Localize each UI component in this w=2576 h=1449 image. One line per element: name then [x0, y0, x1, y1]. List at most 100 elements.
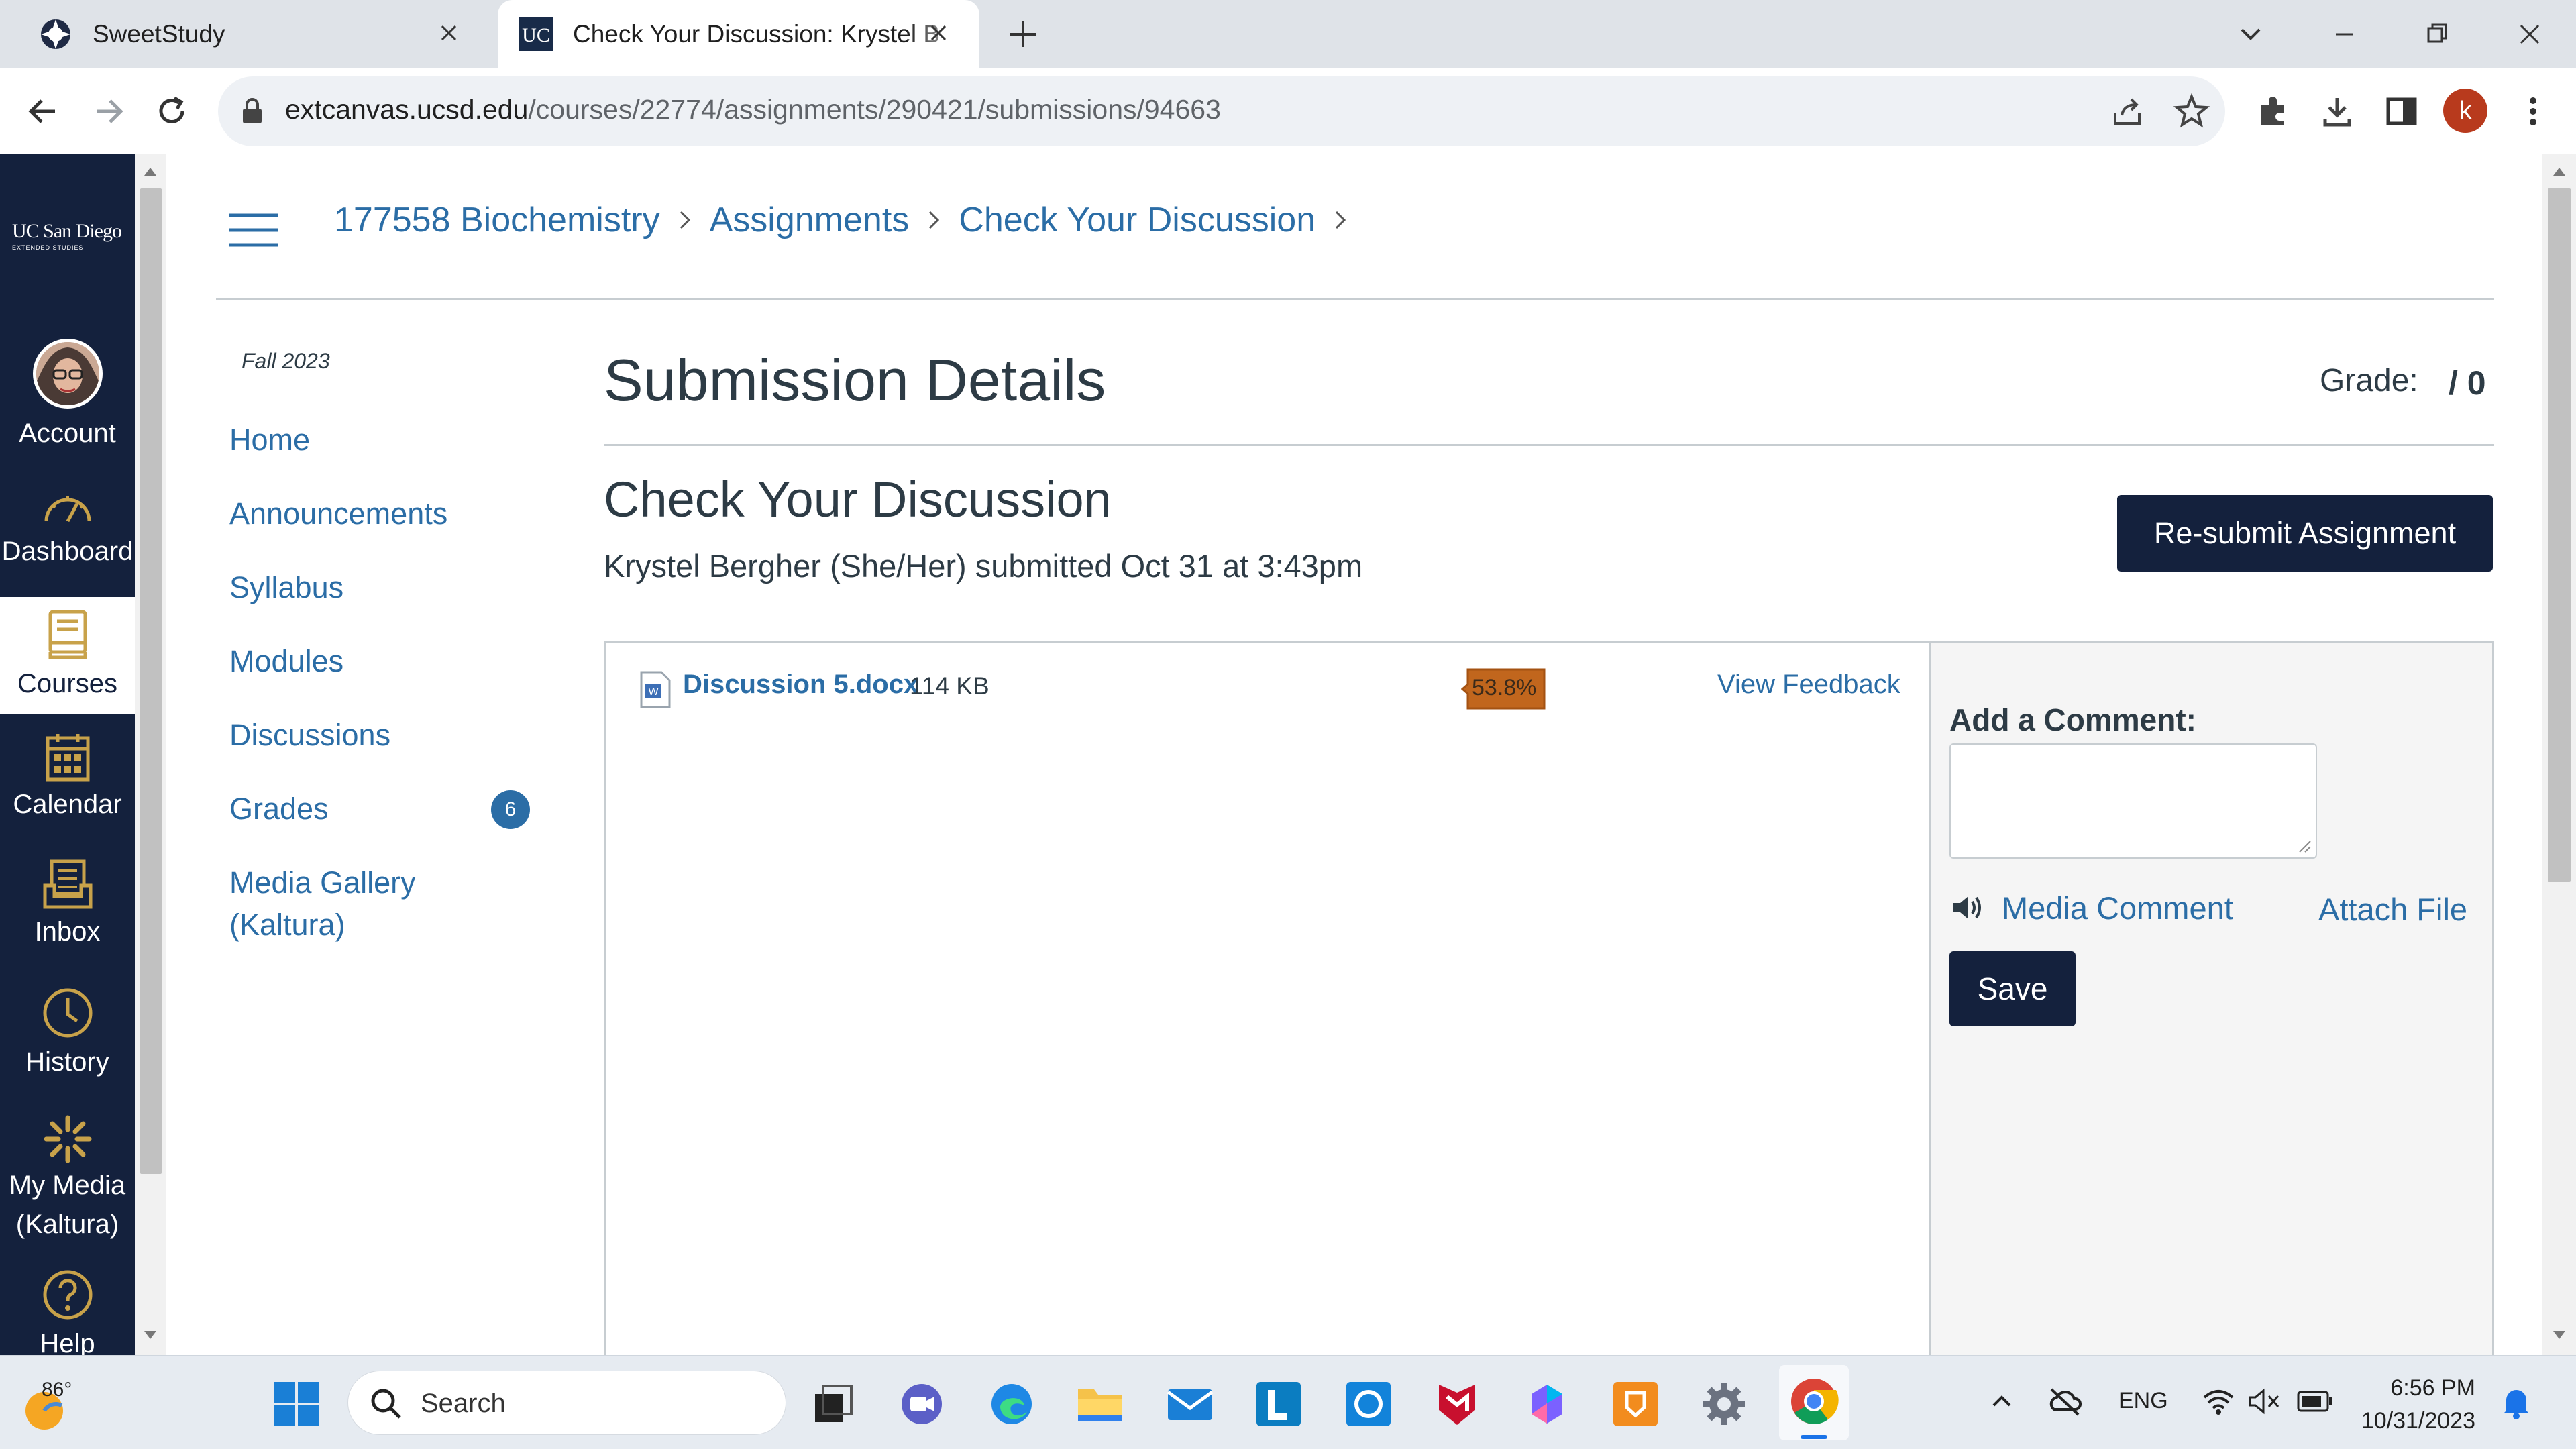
- course-nav-grades[interactable]: Grades: [229, 788, 329, 830]
- breadcrumb-assignment[interactable]: Check Your Discussion: [959, 200, 1316, 240]
- close-tab-icon[interactable]: [922, 16, 955, 50]
- assignment-title: Check Your Discussion: [604, 472, 1112, 527]
- attach-file-link[interactable]: Attach File: [2318, 891, 2467, 928]
- course-nav-announcements[interactable]: Announcements: [229, 492, 447, 535]
- battery-icon[interactable]: [2297, 1389, 2334, 1413]
- breadcrumb-assignments[interactable]: Assignments: [710, 200, 910, 240]
- notification-bell-icon[interactable]: [2501, 1385, 2532, 1420]
- dashboard-icon: [41, 486, 95, 527]
- browser-toolbar: extcanvas.ucsd.edu/courses/22774/assignm…: [0, 68, 2576, 154]
- taskbar-search-box[interactable]: Search: [347, 1371, 786, 1435]
- forward-arrow-icon[interactable]: [90, 93, 127, 130]
- address-bar[interactable]: extcanvas.ucsd.edu/courses/22774/assignm…: [218, 76, 2225, 146]
- similarity-score: 53.8%: [1472, 675, 1537, 700]
- lock-icon[interactable]: [241, 97, 264, 126]
- course-menu-hamburger-icon[interactable]: [228, 213, 279, 247]
- page-scroll-thumb[interactable]: [2548, 188, 2571, 882]
- restore-window-icon[interactable]: [2420, 17, 2454, 51]
- windows-start-icon[interactable]: [268, 1376, 325, 1432]
- submitted-line: Krystel Bergher (She/Her) submitted Oct …: [604, 548, 1363, 584]
- browser-tab-active[interactable]: UC Check Your Discussion: Krystel B: [498, 0, 979, 68]
- page-scrollbar[interactable]: [2542, 154, 2576, 1355]
- similarity-badge[interactable]: 53.8%: [1461, 667, 1547, 711]
- tab-search-chevron-icon[interactable]: [2234, 17, 2267, 51]
- edge-browser-icon[interactable]: [983, 1376, 1040, 1432]
- language-indicator[interactable]: ENG: [2118, 1388, 2168, 1414]
- weather-widget[interactable]: 86°: [19, 1379, 99, 1432]
- scroll-down-arrow-icon[interactable]: [143, 1330, 158, 1340]
- scroll-up-arrow-icon[interactable]: [143, 166, 158, 177]
- global-nav-my-media[interactable]: My Media (Kaltura): [0, 1112, 135, 1253]
- scroll-up-arrow-icon[interactable]: [2552, 166, 2567, 177]
- file-explorer-icon[interactable]: [1072, 1376, 1128, 1432]
- comment-textarea[interactable]: [1949, 743, 2317, 859]
- bookmark-star-icon[interactable]: [2173, 93, 2210, 130]
- nav-scroll-thumb[interactable]: [140, 188, 162, 1174]
- teams-chat-icon[interactable]: [894, 1376, 950, 1432]
- task-view-icon[interactable]: [805, 1376, 861, 1432]
- browser-tab-strip: SweetStudy UC Check Your Discussion: Kry…: [0, 0, 2576, 68]
- header-divider: [216, 298, 2494, 300]
- calendar-icon: [44, 731, 91, 782]
- course-nav-syllabus[interactable]: Syllabus: [229, 566, 343, 608]
- profile-avatar[interactable]: k: [2443, 89, 2487, 133]
- search-placeholder: Search: [421, 1389, 506, 1418]
- browser-menu-icon[interactable]: [2520, 93, 2546, 130]
- global-nav-label: Account: [19, 419, 116, 448]
- back-arrow-icon[interactable]: [24, 93, 62, 130]
- course-nav-modules[interactable]: Modules: [229, 640, 343, 682]
- global-nav-help[interactable]: Help: [0, 1268, 135, 1355]
- mcafee-icon[interactable]: [1429, 1376, 1485, 1432]
- url-text[interactable]: extcanvas.ucsd.edu/courses/22774/assignm…: [285, 94, 1221, 125]
- search-icon: [371, 1389, 401, 1419]
- course-nav-discussions[interactable]: Discussions: [229, 714, 390, 756]
- share-icon[interactable]: [2108, 93, 2146, 130]
- resubmit-assignment-button[interactable]: Re-submit Assignment: [2117, 495, 2493, 572]
- global-nav-calendar[interactable]: Calendar: [0, 731, 135, 845]
- reload-icon[interactable]: [153, 93, 191, 130]
- close-window-icon[interactable]: [2513, 17, 2546, 51]
- breadcrumb-course[interactable]: 177558 Biochemistry: [334, 200, 660, 240]
- course-nav-media-gallery[interactable]: Media Gallery (Kaltura): [229, 861, 416, 946]
- mail-icon[interactable]: [1162, 1376, 1218, 1432]
- scroll-down-arrow-icon[interactable]: [2552, 1330, 2567, 1340]
- url-host: extcanvas.ucsd.edu: [285, 94, 529, 125]
- settings-gear-icon[interactable]: [1696, 1376, 1752, 1432]
- global-nav-courses[interactable]: Courses: [0, 597, 135, 714]
- clock[interactable]: 6:56 PM 10/31/2023: [2355, 1372, 2475, 1438]
- view-feedback-link[interactable]: View Feedback: [1717, 669, 1900, 700]
- global-nav-label: Inbox: [34, 917, 101, 947]
- volume-muted-icon[interactable]: [2247, 1387, 2281, 1416]
- extensions-puzzle-icon[interactable]: [2254, 93, 2292, 130]
- lockdown-browser-icon[interactable]: [1250, 1376, 1307, 1432]
- minimize-window-icon[interactable]: [2328, 17, 2361, 51]
- svg-text:UC: UC: [522, 24, 550, 46]
- browser-tab-sweetstudy[interactable]: SweetStudy: [0, 0, 490, 68]
- grade-value: / 0: [2449, 364, 2486, 402]
- close-tab-icon[interactable]: [432, 16, 466, 50]
- save-comment-button[interactable]: Save: [1949, 951, 2076, 1026]
- global-nav-dashboard[interactable]: Dashboard: [0, 486, 135, 594]
- global-nav-inbox[interactable]: Inbox: [0, 859, 135, 973]
- new-tab-icon[interactable]: [1005, 16, 1041, 52]
- onedrive-offline-icon[interactable]: [2047, 1385, 2082, 1417]
- course-nav-home[interactable]: Home: [229, 419, 310, 461]
- nav-scrollbar[interactable]: [135, 154, 166, 1355]
- security-shield-icon[interactable]: [1607, 1376, 1664, 1432]
- global-nav-history[interactable]: History: [0, 986, 135, 1100]
- media-comment-link[interactable]: Media Comment: [2002, 890, 2233, 926]
- tray-overflow-chevron-icon[interactable]: [1988, 1388, 2015, 1415]
- side-panel-icon[interactable]: [2383, 93, 2420, 130]
- file-link[interactable]: Discussion 5.docx: [683, 669, 918, 700]
- global-nav-label: Calendar: [13, 790, 122, 819]
- tab-title: SweetStudy: [93, 20, 225, 48]
- download-icon[interactable]: [2318, 93, 2356, 130]
- copilot-icon[interactable]: [1519, 1376, 1575, 1432]
- cortana-icon[interactable]: [1340, 1376, 1397, 1432]
- global-nav-account[interactable]: Account: [0, 339, 135, 453]
- course-term: Fall 2023: [241, 349, 330, 373]
- title-divider: [604, 444, 2494, 446]
- wifi-icon[interactable]: [2202, 1387, 2235, 1416]
- chrome-taskbar-active[interactable]: [1779, 1365, 1849, 1440]
- ucsd-logo[interactable]: UC San Diego EXTENDED STUDIES: [12, 221, 126, 252]
